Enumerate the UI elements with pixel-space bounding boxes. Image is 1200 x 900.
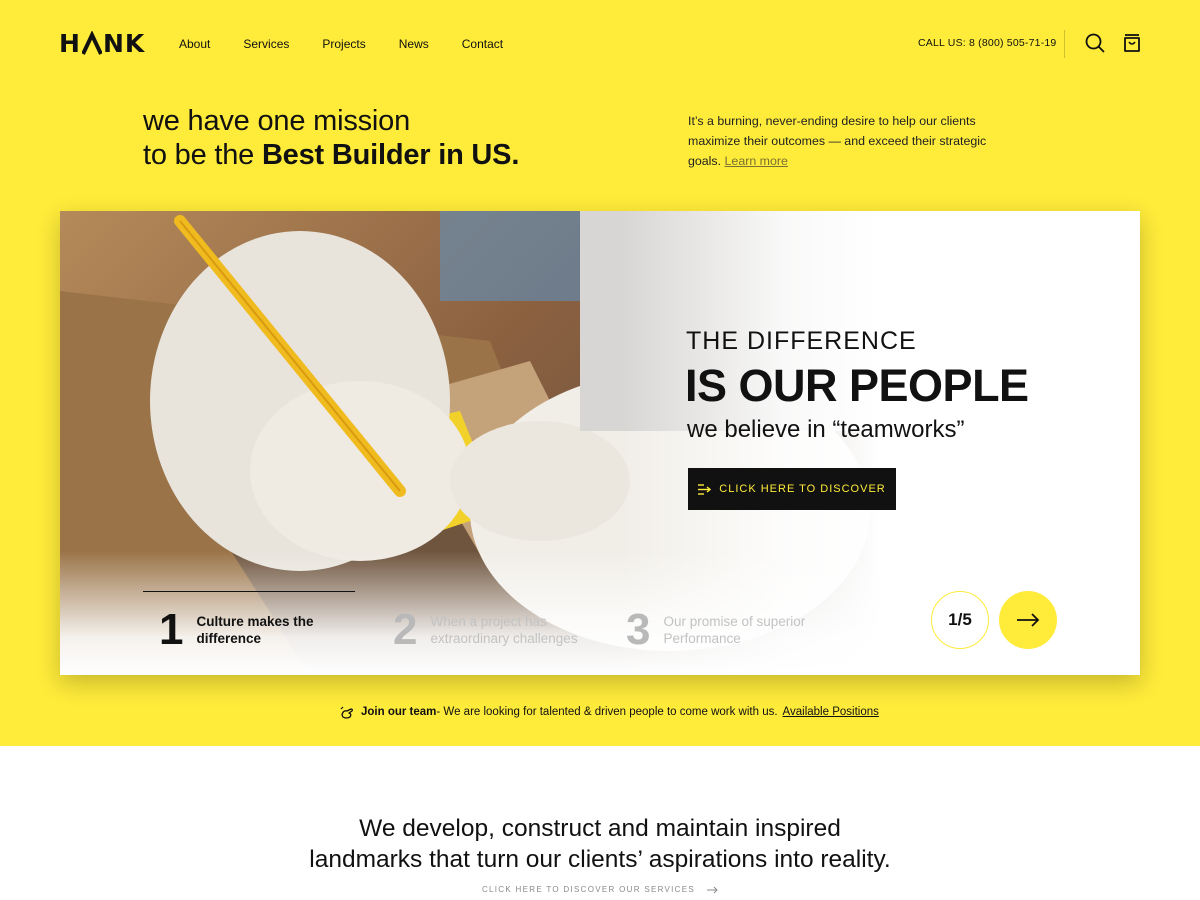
mission-line-1: we have one mission [143,105,411,137]
discover-services-link[interactable]: CLICK HERE TO DISCOVER OUR SERVICES [0,885,1200,894]
learn-more-link[interactable]: Learn more [725,154,788,168]
hero-background: H NK About Services Projects News Contact… [0,0,1200,746]
nav-contact[interactable]: Contact [462,36,503,52]
slide-tab-3[interactable]: 3 Our promise of superior Performance [626,605,805,655]
slide-label-line-2: Performance [663,631,741,646]
logo-text: H [59,28,81,58]
nav-projects[interactable]: Projects [322,36,365,52]
join-team-text: - We are looking for talented & driven p… [436,706,778,718]
nav-news[interactable]: News [399,36,429,52]
logo-roof-icon [81,31,102,55]
discover-services-label: CLICK HERE TO DISCOVER OUR SERVICES [481,885,696,894]
join-team-title: Join our team [361,706,437,718]
slide-tab-2[interactable]: 2 When a project has extraordinary challe… [393,605,578,655]
slide-label-line-1: Our promise of superior [663,614,806,629]
slide-label-line-2: difference [196,631,262,646]
services-tagline: We develop, construct and maintain inspi… [0,813,1200,875]
next-slide-button[interactable] [999,591,1057,649]
tagline-line-2: landmarks that turn our clients’ aspirat… [309,846,891,873]
cart-icon[interactable] [1121,32,1143,54]
mission-line-2: to be the Best Builder in US. [143,138,519,172]
mission-statement: we have one mission to be the Best Build… [143,104,519,172]
search-icon[interactable] [1084,32,1106,54]
nav-services[interactable]: Services [243,36,289,52]
discover-button[interactable]: CLICK HERE TO DISCOVER [688,468,896,510]
slide-label-line-1: Culture makes the [196,614,314,629]
hero-eyebrow: THE DIFFERENCE [686,327,917,355]
logo-text-end: NK [102,28,146,58]
arrow-right-icon [1017,613,1040,627]
mission-line-2-prefix: to be the [143,139,262,171]
nav-about[interactable]: About [179,36,210,52]
hero-title: IS OUR PEOPLE [685,360,1029,411]
slide-label: When a project has extraordinary challeng… [430,613,577,647]
arrow-right-icon [707,886,718,893]
call-us-phone[interactable]: CALL US: 8 (800) 505-71-19 [918,36,1056,50]
main-nav: About Services Projects News Contact [179,36,536,52]
slide-counter: 1/5 [931,591,989,649]
hand-wave-icon [340,706,353,719]
available-positions-link[interactable]: Available Positions [783,704,879,720]
slide-number: 3 [626,605,651,654]
slide-label-line-2: extraordinary challenges [430,631,578,646]
logo[interactable]: H NK [59,28,146,58]
slide-label-line-1: When a project has [430,614,547,629]
discover-button-label: CLICK HERE TO DISCOVER [719,483,886,495]
slide-tab-1[interactable]: 1 Culture makes the difference [159,605,314,655]
slide-number: 1 [159,605,184,654]
tagline-line-1: We develop, construct and maintain inspi… [359,815,841,842]
hero-slider: 3 1 2 THE DIFFERENCE IS OUR PEOPLE we be… [60,211,1140,675]
slide-number: 2 [393,605,418,654]
list-arrow-icon [698,483,712,495]
mission-description: It’s a burning, never-ending desire to h… [688,111,988,171]
mission-line-2-bold: Best Builder in US. [261,139,520,171]
slide-progress-line [143,591,355,592]
hero-subtitle: we believe in “teamworks” [687,416,965,443]
header-divider [1064,30,1065,58]
slide-label: Our promise of superior Performance [663,613,805,647]
slide-label: Culture makes the difference [196,613,313,647]
join-team-bar: Join our team - We are looking for talen… [340,704,879,720]
